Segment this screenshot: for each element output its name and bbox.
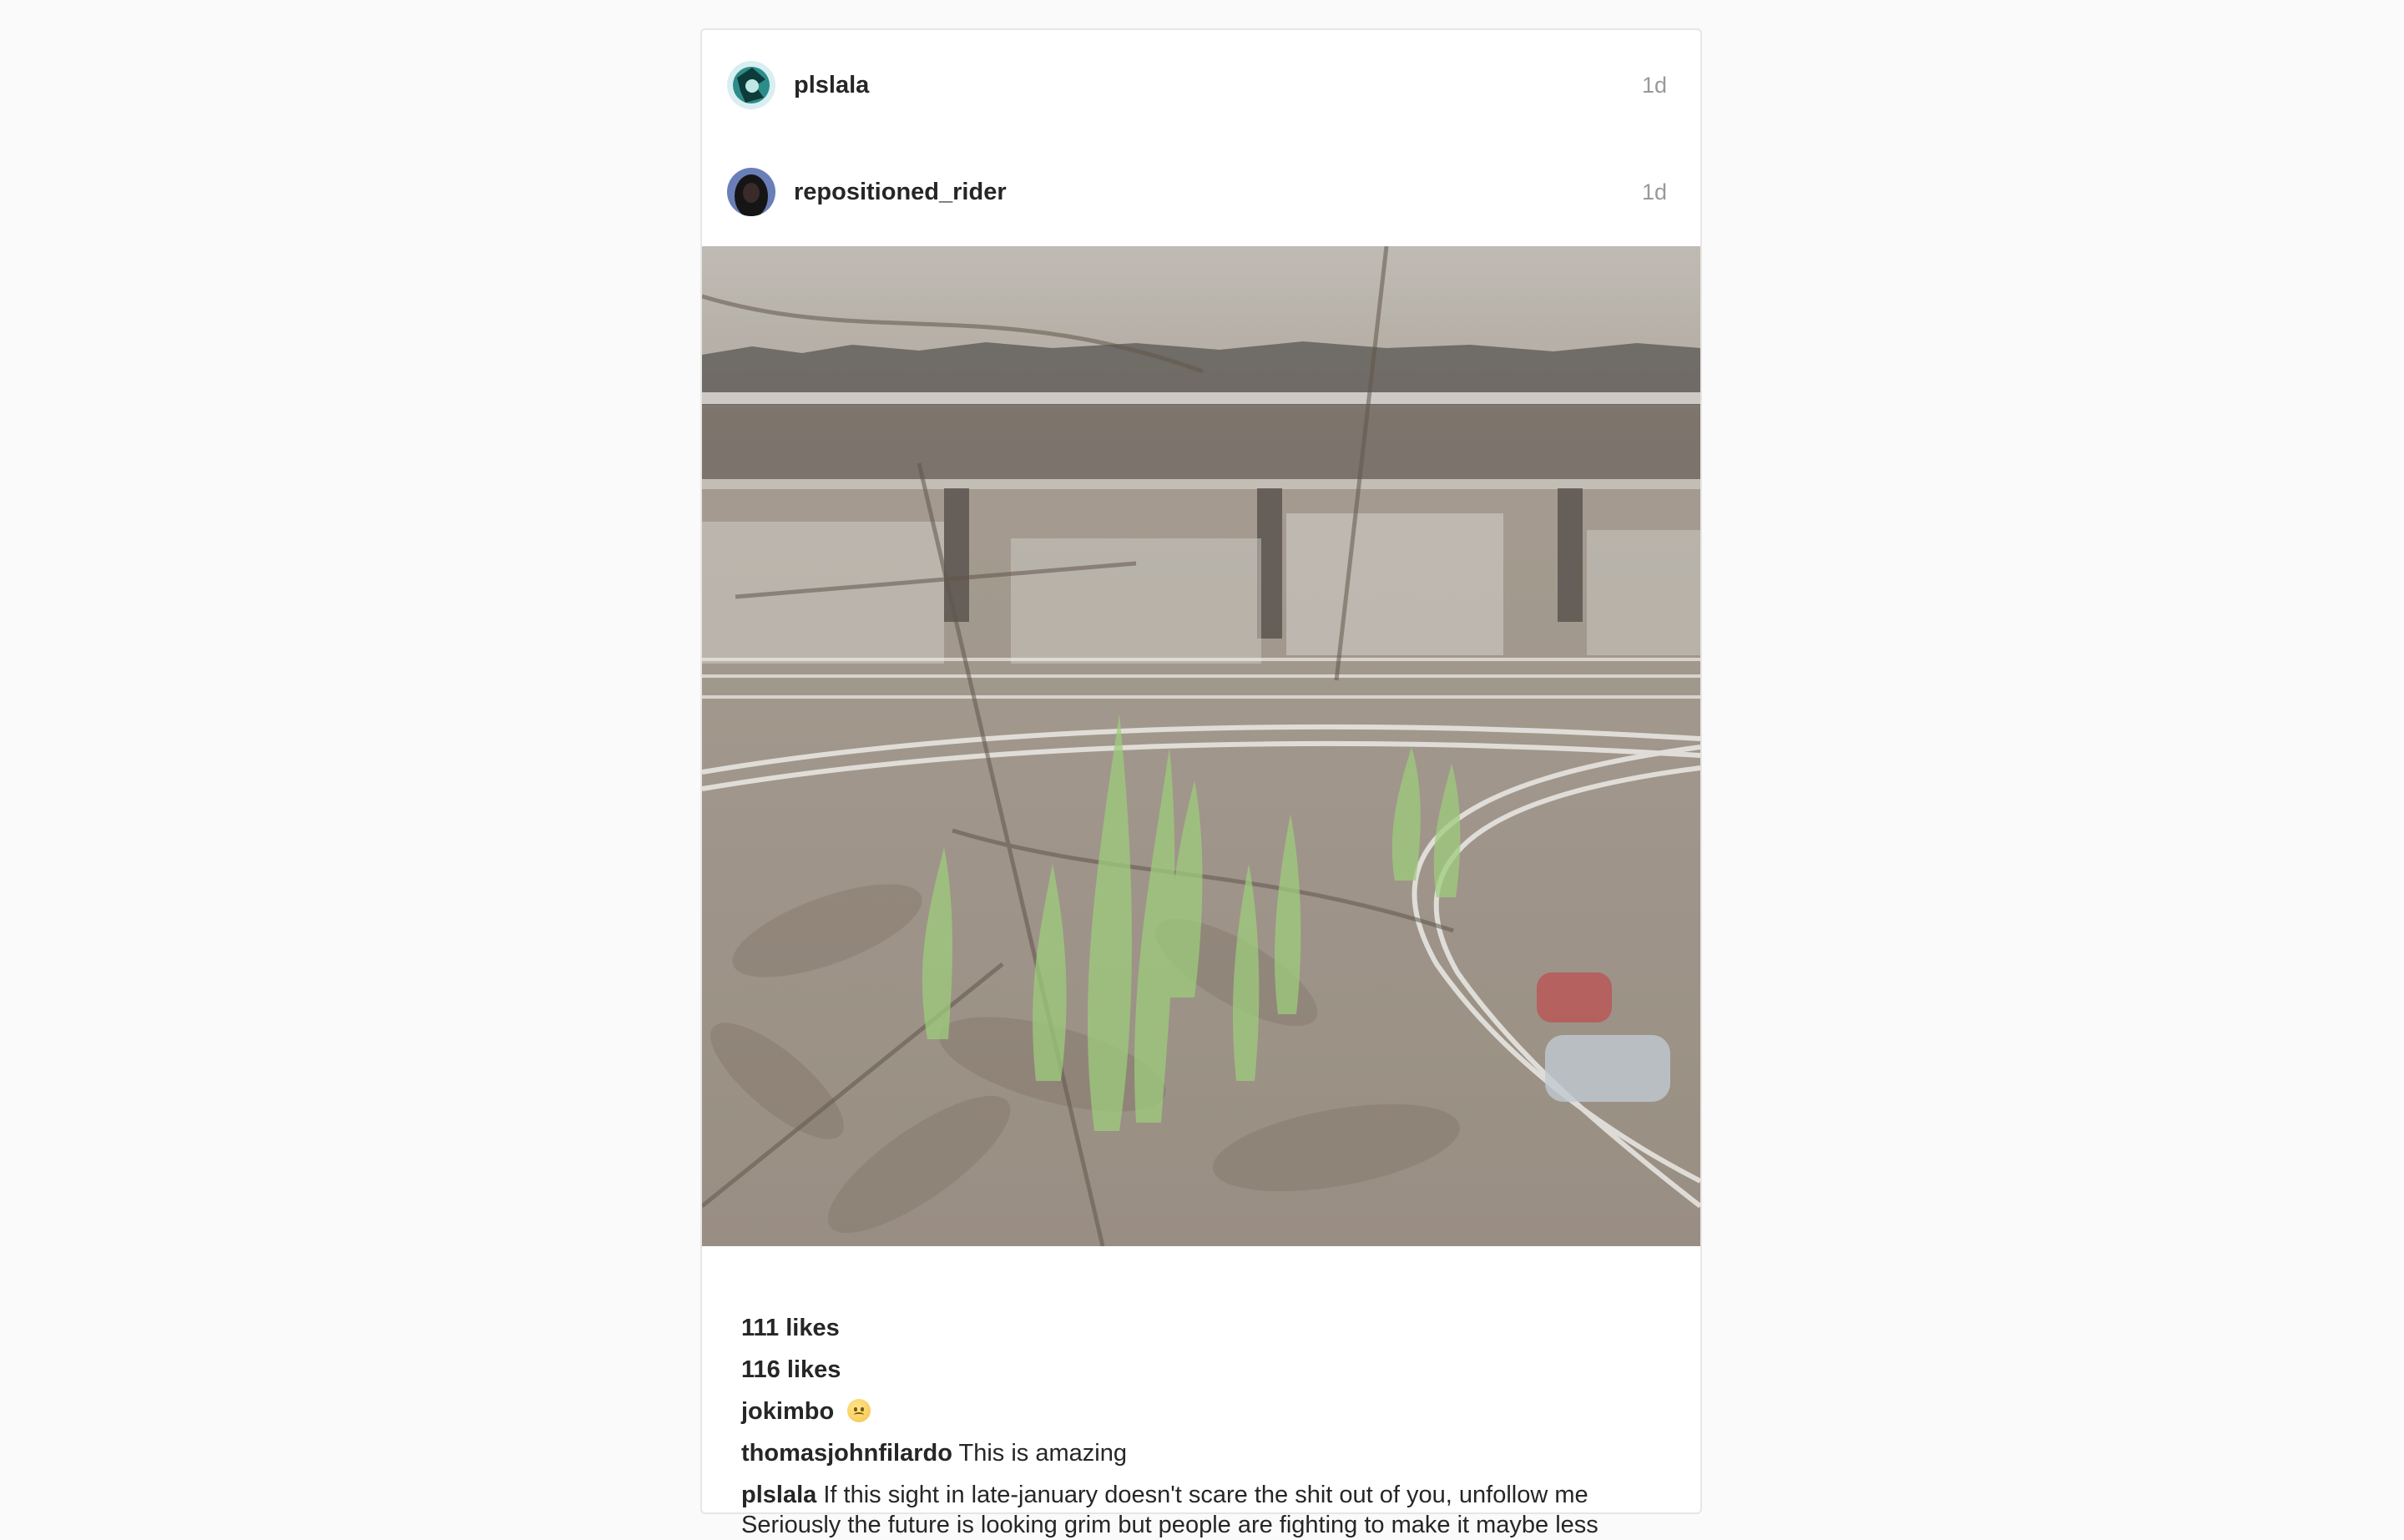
comment: jokimbo (741, 1391, 1667, 1432)
post-meta: 111 likes 116 likes jokimbo thomasjohnfi… (741, 1307, 1667, 1540)
like-count[interactable]: 111 likes (741, 1307, 1667, 1349)
post-username[interactable]: plslala (794, 72, 1642, 99)
post-card: plslala 1d repositioned_rider 1d 111 lik… (700, 28, 1702, 1538)
comment-username[interactable]: thomasjohnfilardo (741, 1440, 952, 1467)
comment-username[interactable]: jokimbo (741, 1398, 834, 1425)
overlaid-highway-and-sprouts-photo (702, 246, 1700, 1246)
post-photo[interactable] (702, 246, 1700, 1246)
avatar-dark-hair-portrait-icon[interactable] (727, 168, 775, 216)
caption: plslala If this sight in late-january do… (741, 1480, 1667, 1540)
caption-username[interactable]: plslala (741, 1482, 816, 1508)
post-header-repositioned-rider: repositioned_rider 1d (702, 152, 1700, 232)
post-username[interactable]: repositioned_rider (794, 179, 1642, 206)
like-count[interactable]: 116 likes (741, 1349, 1667, 1391)
post-header-plslala: plslala 1d (702, 45, 1700, 125)
caption-text: If this sight in late-january doesn't sc… (741, 1482, 1598, 1538)
post-timestamp: 1d (1641, 72, 1667, 98)
sad-face-emoji-icon (847, 1399, 871, 1422)
avatar-teal-art-icon[interactable] (727, 61, 775, 109)
post-timestamp: 1d (1641, 179, 1667, 204)
comment: thomasjohnfilardo This is amazing (741, 1432, 1667, 1474)
comment-text: This is amazing (958, 1440, 1127, 1467)
